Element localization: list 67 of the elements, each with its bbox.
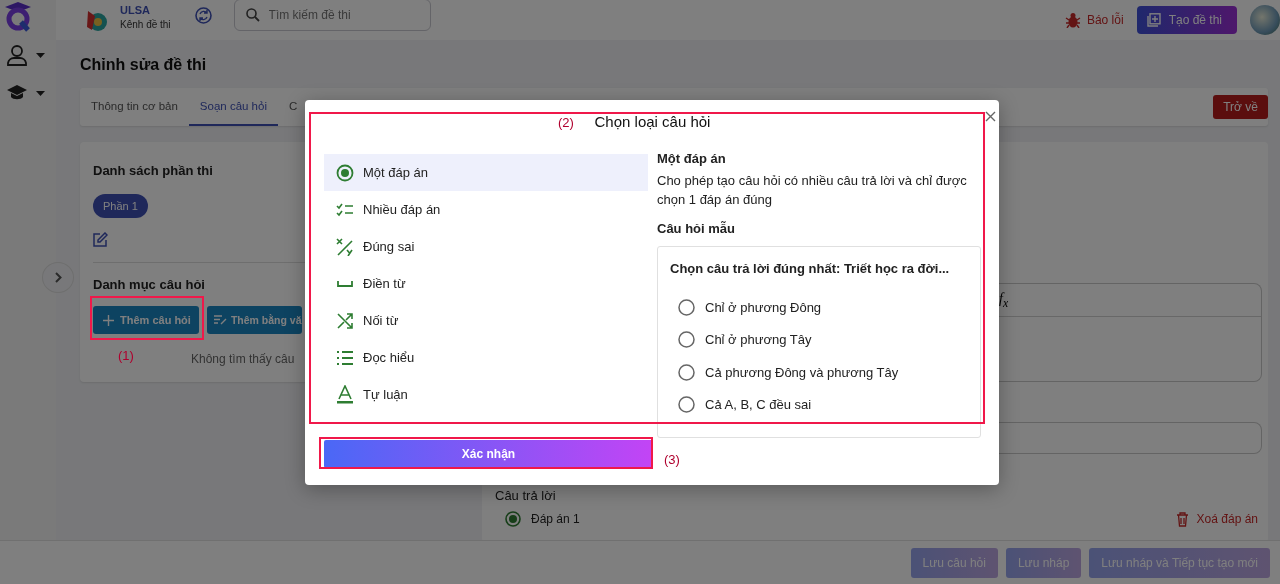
question-type-item[interactable]: Nối từ (324, 302, 648, 339)
step-label: (1) (118, 348, 134, 363)
dialog-title: Chọn loại câu hỏi (594, 113, 711, 130)
caret-icon[interactable] (36, 90, 45, 96)
edit-icon[interactable] (93, 232, 108, 247)
section-pill[interactable]: Phần 1 (93, 194, 148, 218)
sample-option: Chỉ ở phương Tây (705, 332, 812, 348)
trash-icon (1175, 511, 1189, 527)
org-name: ULSA (120, 4, 151, 16)
sample-question: Chọn câu trả lời đúng nhất: Triết học ra đời... (670, 261, 951, 276)
input-field[interactable] (999, 422, 1262, 454)
empty-message: Không tìm thấy câu (191, 352, 295, 366)
plus-icon (103, 314, 114, 326)
report-button[interactable]: Báo lỗi (1064, 12, 1124, 28)
question-type-item[interactable]: Một đáp án (324, 154, 648, 191)
sample-option: Chỉ ở phương Đông (705, 299, 822, 315)
blank-icon (337, 280, 353, 287)
bug-icon (1064, 12, 1081, 28)
confirm-button[interactable]: Xác nhận (324, 440, 653, 468)
true-false-icon (336, 237, 354, 256)
chevron-right-icon[interactable] (54, 272, 62, 283)
answers-label: Câu trả lời (495, 488, 557, 503)
step-label: (3) (664, 452, 680, 467)
create-exam-button[interactable]: Tạo đề thi (1136, 6, 1237, 34)
shuffle-icon (337, 312, 353, 329)
sync-icon[interactable] (194, 6, 212, 24)
formula-button[interactable]: f$_{x}$ (999, 290, 1009, 310)
answer-label: Đáp án 1 (531, 512, 580, 526)
text-icon (336, 385, 354, 404)
avatar[interactable] (1250, 5, 1280, 35)
add-by-text-button[interactable]: Thêm bằng vă (206, 306, 302, 334)
search-field[interactable]: Tìm kiếm đề thi (233, 0, 431, 31)
radio-icon (678, 331, 695, 349)
tab[interactable]: Soạn câu hỏi (188, 88, 278, 126)
sample-label: Câu hỏi mẫu (657, 221, 736, 236)
question-type-item[interactable]: Tự luận (324, 376, 648, 413)
type-title: Một đáp án (657, 151, 727, 166)
add-copy-icon (1146, 13, 1161, 27)
radio-icon (678, 396, 695, 414)
type-description: Cho phép tạo câu hỏi có nhiều câu trả lời và chỉ được chọn 1 đáp án đúng (657, 172, 968, 209)
sample-option: Cả A, B, C đều sai (705, 397, 812, 413)
sample-option: Cả phương Đông và phương Tây (705, 364, 899, 380)
text-edit-icon (213, 315, 227, 325)
section-list-title: Danh sách phần thi (93, 163, 213, 178)
list-icon (336, 349, 354, 366)
question-type-item[interactable]: Đúng sai (324, 228, 648, 265)
page-title: Chỉnh sửa đề thi (80, 55, 208, 75)
radio-icon[interactable] (505, 511, 521, 527)
step-label: (2) (558, 115, 574, 130)
user-icon[interactable] (6, 44, 28, 66)
channel-label: Kênh đề thi (120, 19, 171, 30)
tab[interactable]: Thông tin cơ bản (80, 88, 189, 126)
tab[interactable]: C (277, 88, 309, 126)
search-icon (245, 8, 260, 22)
question-type-item[interactable]: Nhiều đáp án (324, 191, 648, 228)
question-type-item[interactable]: Điền từ (324, 265, 648, 302)
checklist-icon (336, 202, 354, 217)
caret-icon[interactable] (36, 52, 45, 58)
delete-answer-button[interactable]: Xoá đáp án (1175, 511, 1258, 527)
question-type-item[interactable]: Đọc hiểu (324, 339, 648, 376)
add-question-button[interactable]: Thêm câu hỏi (93, 306, 199, 334)
radio-icon (678, 298, 695, 316)
category-title: Danh mục câu hỏi (93, 277, 205, 292)
graduation-cap-icon[interactable] (6, 84, 28, 102)
radio-icon (678, 363, 695, 381)
close-icon (985, 111, 996, 122)
back-button[interactable]: Trở về (1213, 95, 1268, 119)
